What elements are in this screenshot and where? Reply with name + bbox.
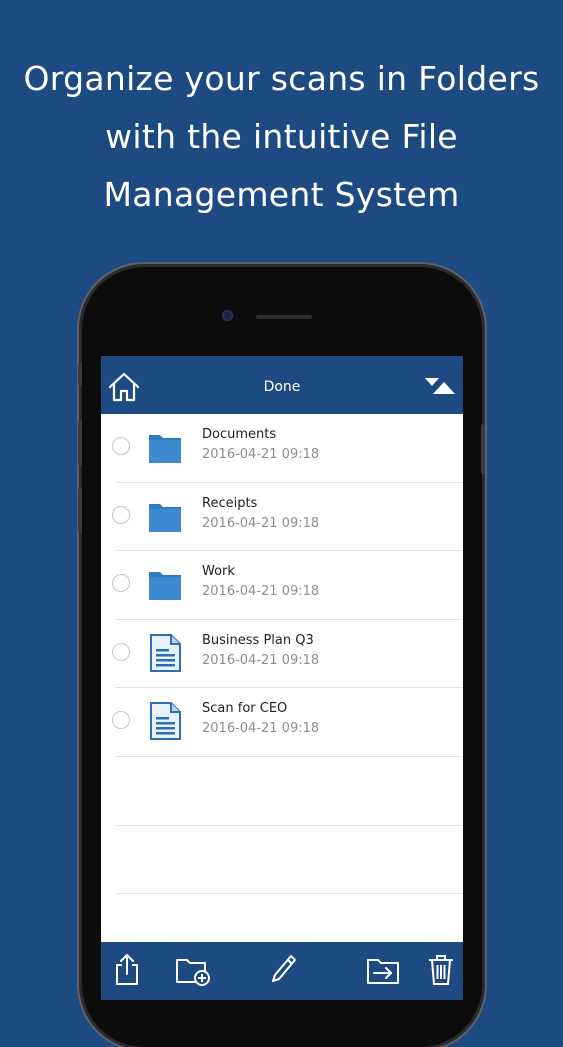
select-radio[interactable]: [112, 642, 130, 661]
item-name: Documents: [202, 427, 277, 442]
list-item[interactable]: Receipts 2016-04-21 09:18: [101, 483, 463, 552]
document-icon: [150, 702, 181, 740]
select-radio[interactable]: [112, 505, 130, 524]
move-to-folder-icon[interactable]: [365, 952, 401, 986]
volume-down-button: [78, 488, 82, 534]
select-radio[interactable]: [112, 437, 130, 455]
list-item[interactable]: Scan for CEO 2016-04-21 09:18: [101, 688, 463, 757]
item-date: 2016-04-21 09:18: [202, 721, 320, 736]
document-icon: [150, 633, 181, 672]
list-item[interactable]: Business Plan Q3 2016-04-21 09:18: [101, 620, 463, 689]
item-date: 2016-04-21 09:18: [202, 447, 320, 462]
earpiece-speaker: [256, 315, 312, 319]
list-item[interactable]: Documents 2016-04-21 09:18: [101, 414, 463, 483]
select-radio[interactable]: [112, 711, 130, 729]
folder-icon: [149, 503, 181, 532]
item-date: 2016-04-21 09:18: [202, 584, 320, 599]
file-list: Documents 2016-04-21 09:18 Receipts 2016…: [101, 414, 463, 757]
headline-line-1: Organize your scans in Folders: [23, 59, 540, 98]
list-item[interactable]: Work 2016-04-21 09:18: [101, 551, 463, 620]
edit-pencil-icon[interactable]: [267, 952, 299, 986]
folder-icon: [149, 435, 181, 463]
empty-row-divider: [115, 825, 463, 826]
select-radio[interactable]: [112, 574, 130, 592]
item-name: Receipts: [202, 495, 258, 511]
item-name: Work: [202, 564, 235, 579]
app-screen: Done Documents 2016-04-21 09:18 Receipts: [101, 356, 463, 1000]
headline: Organize your scans in Folders with the …: [0, 50, 563, 224]
mute-switch: [78, 362, 82, 386]
item-name: Business Plan Q3: [202, 632, 314, 648]
item-date: 2016-04-21 09:18: [202, 652, 320, 668]
done-button[interactable]: Done: [101, 379, 463, 395]
folder-icon: [149, 572, 181, 600]
power-button: [481, 424, 485, 474]
volume-up-button: [78, 420, 82, 466]
empty-row-divider: [115, 893, 463, 894]
trash-icon[interactable]: [425, 952, 457, 986]
new-folder-icon[interactable]: [175, 952, 211, 986]
front-camera: [222, 310, 233, 321]
bottom-toolbar: [101, 942, 463, 1000]
item-name: Scan for CEO: [202, 701, 288, 716]
headline-line-3: Management System: [103, 175, 460, 214]
sort-icon[interactable]: [423, 376, 457, 396]
headline-line-2: with the intuitive File: [105, 117, 458, 156]
item-date: 2016-04-21 09:18: [202, 515, 320, 531]
nav-bar: Done: [101, 356, 463, 414]
share-icon[interactable]: [111, 952, 143, 986]
